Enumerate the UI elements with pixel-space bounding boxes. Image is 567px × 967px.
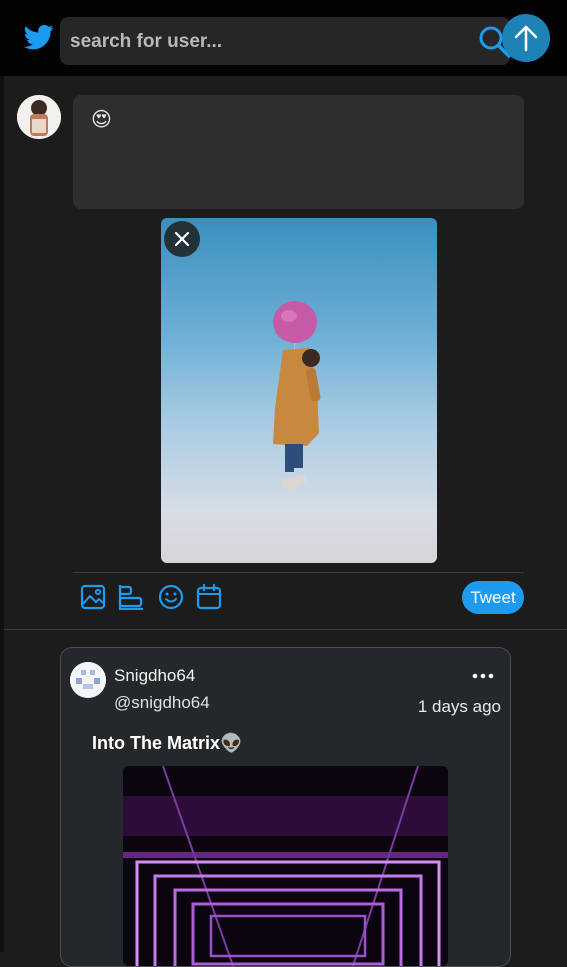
scroll-to-top-button[interactable] — [502, 14, 550, 62]
tweet-card: Snigdho64 @snigdho64 1 days ago Into The… — [60, 647, 511, 967]
more-options-icon[interactable] — [471, 672, 495, 680]
close-icon — [174, 231, 190, 247]
left-edge — [0, 76, 4, 952]
search-input[interactable] — [68, 25, 472, 59]
feed-divider — [4, 629, 567, 630]
poll-icon[interactable] — [118, 584, 144, 610]
emoji-icon[interactable] — [158, 584, 184, 610]
tweet-button[interactable]: Tweet — [462, 581, 524, 614]
neon-tunnel-photo — [123, 766, 448, 966]
tweet-compose-box[interactable]: 😍 — [73, 95, 524, 209]
composer-divider — [73, 572, 524, 573]
attached-image-preview — [161, 218, 437, 563]
balloon-photo — [273, 301, 321, 490]
search-box — [60, 17, 510, 65]
tweet-image[interactable] — [123, 766, 448, 966]
avatar-image — [17, 95, 61, 139]
compose-text[interactable]: 😍 — [91, 107, 112, 132]
tweet-text: Into The Matrix👽 — [92, 733, 243, 753]
author-name[interactable]: Snigdho64 — [114, 666, 195, 686]
top-bar — [0, 0, 567, 76]
current-user-avatar[interactable] — [17, 95, 61, 139]
arrow-up-icon — [514, 25, 538, 52]
post-timestamp: 1 days ago — [417, 697, 501, 716]
twitter-logo-icon[interactable] — [22, 22, 56, 52]
schedule-icon[interactable] — [196, 584, 222, 610]
image-icon[interactable] — [80, 584, 106, 610]
identicon — [70, 662, 106, 698]
author-avatar[interactable] — [70, 662, 106, 698]
remove-image-button[interactable] — [164, 221, 200, 257]
author-handle[interactable]: @snigdho64 — [114, 693, 210, 713]
